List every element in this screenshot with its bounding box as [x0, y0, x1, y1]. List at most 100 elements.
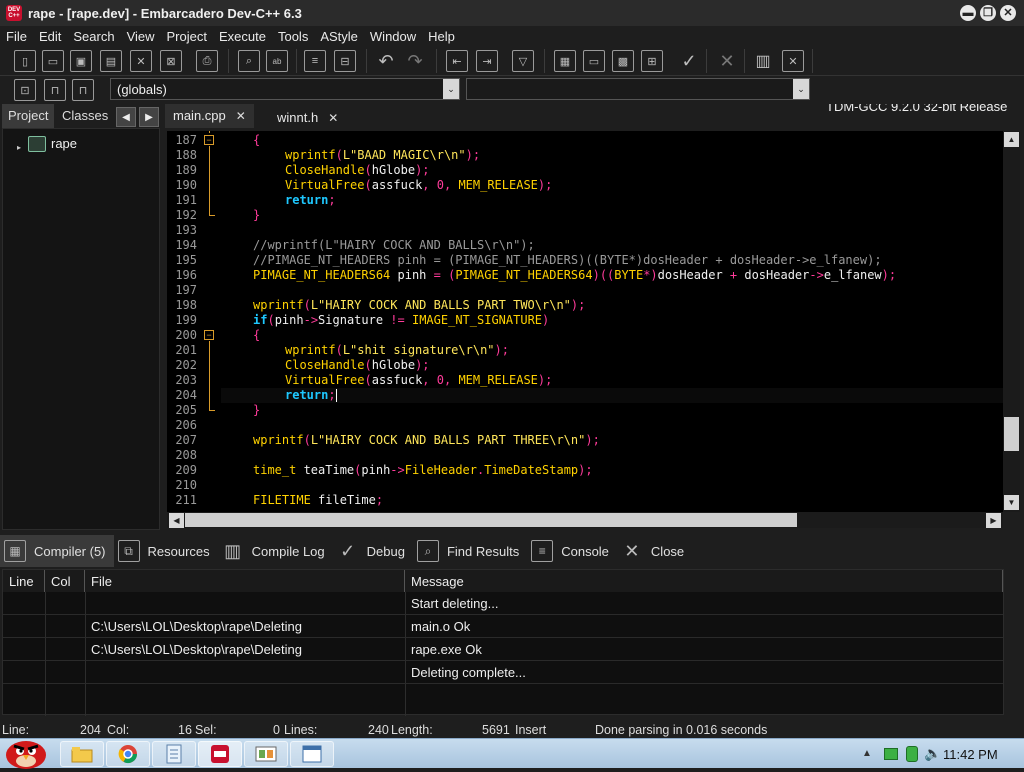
notepad-icon[interactable] — [152, 741, 196, 767]
close-tab-icon[interactable]: ✕ — [328, 111, 338, 125]
tab-main-cpp[interactable]: main.cpp ✕ — [165, 104, 254, 128]
menu-search[interactable]: Search — [67, 29, 120, 44]
scope-dropdown[interactable]: (globals) ⌄ — [110, 78, 460, 100]
column-header-line[interactable]: Line — [3, 570, 45, 592]
code-line[interactable]: //wprintf(L"HAIRY COCK AND BALLS\r\n"); — [253, 238, 535, 253]
menu-view[interactable]: View — [121, 29, 161, 44]
hscroll-thumb[interactable] — [185, 513, 797, 527]
menu-file[interactable]: File — [0, 29, 33, 44]
code-line[interactable]: time_t teaTime(pinh->FileHeader.TimeDate… — [253, 463, 593, 478]
code-line[interactable]: FILETIME fileTime; — [253, 493, 383, 508]
column-header-file[interactable]: File — [85, 570, 405, 592]
toggle-bookmark-icon[interactable]: ⊟ — [334, 50, 356, 72]
menu-tools[interactable]: Tools — [272, 29, 314, 44]
print-icon[interactable]: ⎙ — [196, 50, 218, 72]
project-tree-root[interactable]: rape — [51, 136, 77, 151]
network-icon[interactable] — [884, 748, 898, 760]
tab-prev-icon[interactable]: ◀ — [116, 107, 136, 127]
code-line[interactable]: { — [253, 133, 260, 148]
code-line[interactable]: } — [253, 208, 260, 223]
menu-help[interactable]: Help — [422, 29, 461, 44]
rebuild-icon[interactable]: ⊞ — [641, 50, 663, 72]
tab-winnt-h[interactable]: winnt.h ✕ — [269, 106, 346, 130]
tab-compiler[interactable]: ▦ Compiler (5) — [0, 535, 114, 567]
replace-icon[interactable]: ab — [266, 50, 288, 72]
code-line[interactable]: //PIMAGE_NT_HEADERS pinh = (PIMAGE_NT_HE… — [253, 253, 882, 268]
close-all-icon[interactable]: ⊠ — [160, 50, 182, 72]
fold-collapse-icon[interactable]: − — [204, 330, 214, 340]
close-window-button[interactable]: ✕ — [1000, 5, 1016, 21]
close-file-icon[interactable]: ✕ — [130, 50, 152, 72]
stop-icon[interactable]: ✕ — [716, 50, 738, 72]
code-line[interactable]: if(pinh->Signature != IMAGE_NT_SIGNATURE… — [253, 313, 549, 328]
scroll-right-icon[interactable]: ▶ — [986, 513, 1001, 528]
table-row[interactable]: C:\Users\LOL\Desktop\rape\Deleting rape.… — [3, 638, 1003, 661]
save-icon[interactable]: ▣ — [70, 50, 92, 72]
explorer-icon[interactable] — [60, 741, 104, 767]
close-tab-icon[interactable]: ✕ — [236, 109, 246, 123]
devcpp-icon[interactable] — [198, 741, 242, 767]
new-file-icon[interactable]: ▯ — [14, 50, 36, 72]
restore-button[interactable]: ❐ — [980, 5, 996, 21]
undo-icon[interactable]: ↶ — [375, 50, 397, 72]
code-line[interactable]: wprintf(L"HAIRY COCK AND BALLS PART THRE… — [253, 433, 600, 448]
code-line[interactable]: VirtualFree(assfuck, 0, MEM_RELEASE); — [285, 178, 552, 193]
tab-find-results[interactable]: ⌕ Find Results — [413, 535, 527, 567]
tab-debug[interactable]: ✓ Debug — [333, 535, 413, 567]
bookmark-icon[interactable]: ⊓ — [44, 79, 66, 101]
toggle-comment-icon[interactable]: ▽ — [512, 50, 534, 72]
expand-icon[interactable]: ▸ — [17, 143, 21, 152]
bookmark-list-icon[interactable]: ⊓ — [72, 79, 94, 101]
code-line[interactable]: VirtualFree(assfuck, 0, MEM_RELEASE); — [285, 373, 552, 388]
code-line[interactable]: { — [253, 328, 260, 343]
menu-astyle[interactable]: AStyle — [314, 29, 364, 44]
fold-collapse-icon[interactable]: − — [204, 135, 214, 145]
start-button-angry-bird-icon[interactable] — [2, 733, 50, 769]
compile-run-icon[interactable]: ▩ — [612, 50, 634, 72]
goto-icon[interactable]: ≡ — [304, 50, 326, 72]
table-row[interactable]: Start deleting... — [3, 592, 1003, 615]
redo-icon[interactable]: ↷ — [404, 50, 426, 72]
find-icon[interactable]: ⌕ — [238, 50, 260, 72]
insert-icon[interactable]: ⇥ — [476, 50, 498, 72]
code-line[interactable]: return; — [285, 388, 336, 403]
code-line[interactable]: return; — [285, 193, 336, 208]
taskbar-clock[interactable]: 11:42 PM — [943, 747, 998, 762]
tab-compile-log[interactable]: ▥ Compile Log — [218, 535, 333, 567]
tab-resources[interactable]: ⧉ Resources — [114, 535, 218, 567]
tab-classes[interactable]: Classes — [56, 104, 114, 128]
menu-window[interactable]: Window — [364, 29, 422, 44]
tab-close[interactable]: ✕ Close — [617, 535, 692, 567]
battery-icon[interactable] — [906, 746, 918, 762]
devcpp-app-icon[interactable]: DEV C++ — [6, 5, 22, 21]
code-line[interactable]: PIMAGE_NT_HEADERS64 pinh = (PIMAGE_NT_HE… — [253, 268, 896, 283]
class-browser-icon[interactable]: ⊡ — [14, 79, 36, 101]
run-icon[interactable]: ▭ — [583, 50, 605, 72]
compile-icon[interactable]: ▦ — [554, 50, 576, 72]
scroll-up-icon[interactable]: ▲ — [1004, 132, 1019, 147]
minimize-button[interactable]: ▬ — [960, 5, 976, 21]
chrome-icon[interactable] — [106, 741, 150, 767]
function-dropdown[interactable]: ⌄ — [466, 78, 810, 100]
code-line[interactable]: } — [253, 403, 260, 418]
scroll-thumb[interactable] — [1004, 417, 1019, 451]
chevron-down-icon[interactable]: ⌄ — [443, 79, 459, 99]
tab-next-icon[interactable]: ▶ — [139, 107, 159, 127]
code-line[interactable]: wprintf(L"shit signature\r\n"); — [285, 343, 509, 358]
code-line[interactable]: wprintf(L"HAIRY COCK AND BALLS PART TWO\… — [253, 298, 585, 313]
tray-expand-icon[interactable]: ▲ — [862, 748, 872, 759]
column-header-col[interactable]: Col — [45, 570, 85, 592]
menu-project[interactable]: Project — [161, 29, 213, 44]
chevron-down-icon[interactable]: ⌄ — [793, 79, 809, 99]
scroll-down-icon[interactable]: ▼ — [1004, 495, 1019, 510]
table-row[interactable]: Deleting complete... — [3, 661, 1003, 684]
code-line[interactable]: CloseHandle(hGlobe); — [285, 163, 430, 178]
menu-edit[interactable]: Edit — [33, 29, 67, 44]
volume-icon[interactable]: 🔈 — [924, 745, 941, 762]
table-row[interactable]: C:\Users\LOL\Desktop\rape\Deleting main.… — [3, 615, 1003, 638]
scroll-left-icon[interactable]: ◀ — [169, 513, 184, 528]
editor-vertical-scrollbar[interactable]: ▲ ▼ — [1003, 131, 1020, 512]
column-header-message[interactable]: Message — [405, 570, 1003, 592]
menu-execute[interactable]: Execute — [213, 29, 272, 44]
tab-project[interactable]: Project — [2, 104, 55, 128]
